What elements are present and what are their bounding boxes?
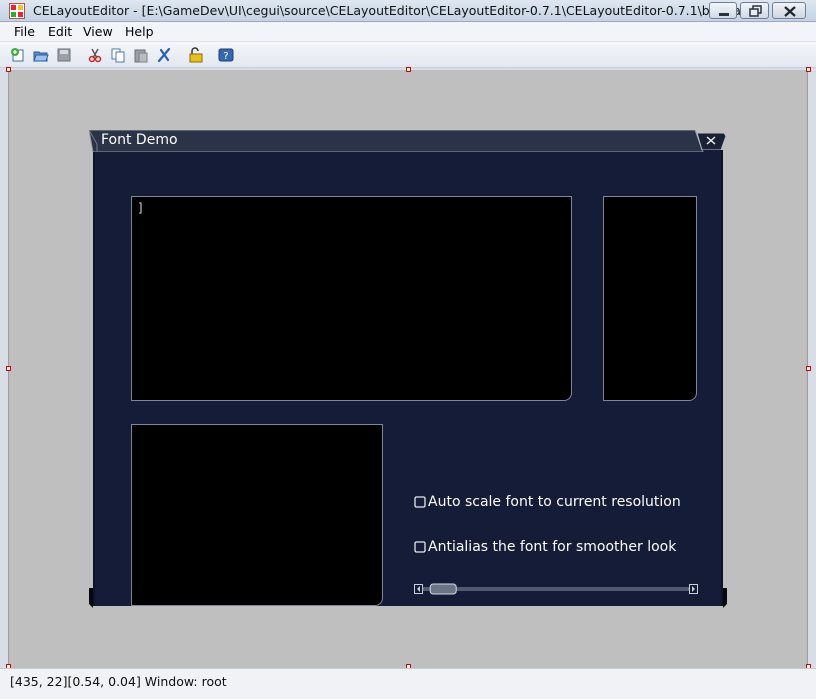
cut-icon[interactable] [87,47,103,63]
delete-icon[interactable] [156,47,172,63]
font-demo-title: Font Demo [101,132,178,148]
close-icon [784,6,796,17]
selection-handle[interactable] [6,366,11,371]
selection-handle[interactable] [6,67,11,72]
auto-scale-checkbox[interactable]: Auto scale font to current resolution [414,494,681,510]
window-title: CELayoutEditor - [E:\GameDev\UI\cegui\so… [33,3,753,18]
font-demo-close-button[interactable] [696,132,726,150]
window-bottom-edge [89,588,727,608]
minimize-icon [719,13,729,16]
toolbar: ? [0,42,816,68]
font-demo-titlebar[interactable] [89,130,727,152]
maximize-button[interactable] [740,2,769,19]
status-text: [435, 22][0.54, 0.04] Window: root [10,674,227,689]
antialias-label: Antialias the font for smoother look [428,539,677,555]
selection-handle[interactable] [806,67,811,72]
celayouteditor-icon [9,3,25,19]
minimize-button[interactable] [709,2,737,19]
svg-text:?: ? [223,51,228,62]
menu-help[interactable]: Help [125,24,154,39]
lock-icon[interactable] [188,47,204,63]
editbox-text: ] [137,201,145,215]
menu-view[interactable]: View [83,24,113,39]
selection-handle[interactable] [806,366,811,371]
save-icon[interactable] [56,47,72,63]
selection-handle[interactable] [406,67,411,72]
auto-scale-label: Auto scale font to current resolution [428,494,681,510]
maximize-icon [749,5,762,17]
menu-bar: File Edit View Help [0,22,816,42]
new-layout-icon[interactable] [10,47,26,63]
font-listbox[interactable] [603,196,697,401]
menu-edit[interactable]: Edit [48,24,72,39]
title-bar[interactable]: CELayoutEditor - [E:\GameDev\UI\cegui\so… [0,0,816,22]
close-button[interactable] [772,2,806,19]
help-icon[interactable]: ? [218,47,234,63]
font-demo-editbox[interactable]: ] [131,196,572,401]
paste-icon[interactable] [133,47,149,63]
checkbox-icon [414,541,426,553]
font-demo-window[interactable]: ] Auto scale font to current resolution … [89,130,727,608]
language-listbox[interactable] [131,424,383,606]
font-demo-body: ] Auto scale font to current resolution … [93,150,723,606]
antialias-checkbox[interactable]: Antialias the font for smoother look [414,539,676,555]
checkbox-icon [414,496,426,508]
copy-icon[interactable] [110,47,126,63]
status-bar: [435, 22][0.54, 0.04] Window: root [0,668,816,699]
menu-file[interactable]: File [14,24,35,39]
open-icon[interactable] [33,47,49,63]
